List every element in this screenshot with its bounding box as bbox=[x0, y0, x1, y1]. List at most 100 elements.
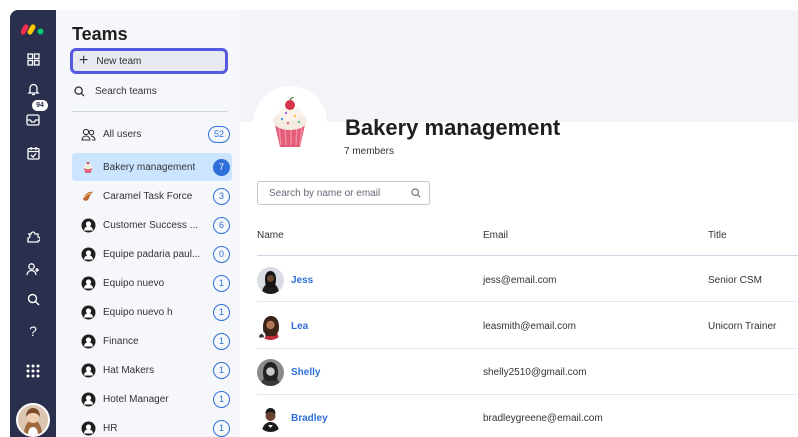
calendar-check-icon[interactable] bbox=[10, 140, 56, 166]
team-name: Customer Success ... bbox=[103, 219, 199, 231]
table-row-name[interactable]: Bradley bbox=[257, 404, 328, 432]
member-email: shelly2510@gmail.com bbox=[483, 367, 587, 378]
team-name: Equipe padaria paul... bbox=[103, 248, 201, 260]
user-avatar[interactable] bbox=[16, 403, 50, 437]
divider bbox=[72, 111, 228, 112]
team-count: 1 bbox=[213, 303, 230, 321]
all-users-label: All users bbox=[103, 128, 142, 140]
team-name: HR bbox=[103, 422, 118, 434]
team-avatar-icon bbox=[80, 217, 96, 233]
team-item-customer-success[interactable]: Customer Success ... 6 bbox=[72, 211, 232, 239]
team-item-caramel-task-force[interactable]: Caramel Task Force 3 bbox=[72, 182, 232, 210]
team-avatar-icon bbox=[80, 420, 96, 436]
users-icon bbox=[80, 126, 96, 142]
all-users-item[interactable]: All users 52 bbox=[72, 120, 232, 148]
team-name: Hat Makers bbox=[103, 364, 155, 376]
search-placeholder: Search by name or email bbox=[269, 187, 381, 199]
search-icon bbox=[411, 188, 421, 198]
team-name: Finance bbox=[103, 335, 139, 347]
team-item-equipo-nuevo-h[interactable]: Equipo nuevo h 1 bbox=[72, 298, 232, 326]
team-count: 1 bbox=[213, 419, 230, 437]
caramel-icon bbox=[80, 188, 96, 204]
table-row-name[interactable]: Jess bbox=[257, 266, 313, 294]
team-avatar-icon bbox=[80, 246, 96, 262]
cupcake-icon bbox=[273, 97, 307, 147]
member-name[interactable]: Bradley bbox=[291, 413, 328, 424]
team-name: Equipo nuevo h bbox=[103, 306, 173, 318]
grid-dots-icon[interactable] bbox=[10, 358, 56, 384]
search-teams-label: Search teams bbox=[95, 85, 157, 97]
plus-icon: + bbox=[79, 52, 89, 69]
team-count: 1 bbox=[213, 332, 230, 350]
team-item-hat-makers[interactable]: Hat Makers 1 bbox=[72, 356, 232, 384]
member-avatar bbox=[257, 404, 284, 432]
table-row-name[interactable]: Lea bbox=[257, 312, 308, 340]
new-team-label: New team bbox=[96, 55, 142, 67]
member-avatar bbox=[257, 312, 284, 340]
team-item-hr[interactable]: HR 1 bbox=[72, 414, 232, 437]
team-avatar-icon bbox=[80, 275, 96, 291]
member-email: jess@email.com bbox=[483, 275, 557, 286]
team-item-bakery-management[interactable]: Bakery management 7 bbox=[72, 153, 232, 181]
team-count: 3 bbox=[213, 187, 230, 205]
team-count: 1 bbox=[213, 361, 230, 379]
member-avatar bbox=[257, 358, 284, 386]
apps-icon[interactable] bbox=[10, 46, 56, 72]
team-avatar bbox=[253, 86, 327, 160]
inbox-icon[interactable]: 94 bbox=[10, 100, 56, 132]
row-divider bbox=[257, 348, 798, 349]
search-icon bbox=[74, 85, 85, 96]
team-item-hotel-manager[interactable]: Hotel Manager 1 bbox=[72, 385, 232, 413]
team-avatar-icon bbox=[80, 391, 96, 407]
team-name: Bakery management bbox=[103, 161, 196, 173]
member-email: bradleygreene@email.com bbox=[483, 413, 603, 424]
search-teams-button[interactable]: Search teams bbox=[74, 83, 157, 99]
member-avatar bbox=[257, 266, 284, 294]
team-item-finance[interactable]: Finance 1 bbox=[72, 327, 232, 355]
row-divider bbox=[257, 394, 798, 395]
members-count: 7 members bbox=[344, 146, 395, 157]
all-users-count: 52 bbox=[208, 125, 230, 143]
team-name: Caramel Task Force bbox=[103, 190, 193, 202]
team-name: Equipo nuevo bbox=[103, 277, 165, 289]
team-count: 6 bbox=[213, 216, 230, 234]
team-detail: Bakery management 7 members Search by na… bbox=[240, 10, 798, 437]
inbox-badge: 94 bbox=[32, 100, 48, 111]
column-header-title[interactable]: Title bbox=[708, 230, 727, 241]
member-search-input[interactable]: Search by name or email bbox=[257, 181, 430, 205]
new-team-button[interactable]: + New team bbox=[70, 48, 228, 74]
team-item-equipo-nuevo[interactable]: Equipo nuevo 1 bbox=[72, 269, 232, 297]
team-count: 0 bbox=[213, 245, 230, 263]
team-count: 7 bbox=[213, 158, 230, 176]
help-icon[interactable]: ? bbox=[10, 318, 56, 344]
column-header-email[interactable]: Email bbox=[483, 230, 508, 241]
team-avatar-icon bbox=[80, 304, 96, 320]
team-count: 1 bbox=[213, 274, 230, 292]
bell-icon[interactable] bbox=[10, 76, 56, 102]
panel-title: Teams bbox=[72, 24, 128, 44]
header-divider bbox=[257, 255, 798, 256]
member-email: leasmith@email.com bbox=[483, 321, 576, 332]
puzzle-icon[interactable] bbox=[10, 223, 56, 249]
team-name: Hotel Manager bbox=[103, 393, 169, 405]
team-banner bbox=[240, 10, 798, 122]
member-name[interactable]: Lea bbox=[291, 321, 308, 332]
member-name[interactable]: Shelly bbox=[291, 367, 320, 378]
column-header-name[interactable]: Name bbox=[257, 230, 284, 241]
member-name[interactable]: Jess bbox=[291, 275, 313, 286]
page-title: Bakery management bbox=[345, 115, 561, 140]
left-nav-rail: 94 ? bbox=[10, 10, 56, 437]
teams-panel: Teams + New team Search teams All users … bbox=[56, 10, 240, 437]
row-divider bbox=[257, 301, 798, 302]
team-count: 1 bbox=[213, 390, 230, 408]
team-avatar-icon bbox=[80, 362, 96, 378]
team-avatar-icon bbox=[80, 333, 96, 349]
team-item-equipe-padaria[interactable]: Equipe padaria paul... 0 bbox=[72, 240, 232, 268]
add-user-icon[interactable] bbox=[10, 256, 56, 282]
cupcake-icon bbox=[80, 159, 96, 175]
member-title: Unicorn Trainer bbox=[708, 321, 777, 332]
search-icon[interactable] bbox=[10, 286, 56, 312]
table-row-name[interactable]: Shelly bbox=[257, 358, 320, 386]
monday-logo-icon[interactable] bbox=[21, 18, 45, 36]
member-title: Senior CSM bbox=[708, 275, 762, 286]
